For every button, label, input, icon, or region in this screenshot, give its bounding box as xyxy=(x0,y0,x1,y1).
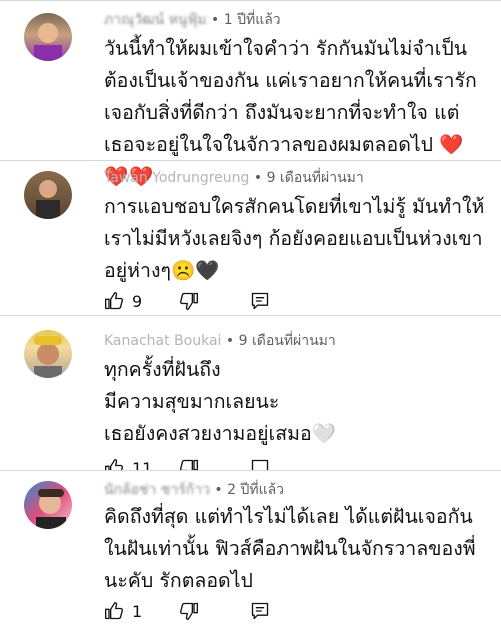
comment-meta: Tawan Yodrungreung • 9 เดือนที่ผ่านมา xyxy=(104,167,364,189)
sad-heart-emoji: ☹️🖤 xyxy=(170,259,220,282)
comment-author[interactable]: Tawan Yodrungreung xyxy=(104,170,249,186)
comment-item: Tawan Yodrungreung • 9 เดือนที่ผ่านมา กา… xyxy=(0,160,501,316)
comment-body: คิดถึงที่สุด แต่ทำไรไม่ได้เลย ได้แต่ฝันเ… xyxy=(104,505,476,592)
avatar[interactable] xyxy=(24,330,72,378)
like-count: 1 xyxy=(132,601,143,621)
comment-text: คิดถึงที่สุด แต่ทำไรไม่ได้เลย ได้แต่ฝันเ… xyxy=(104,501,489,597)
comment-author[interactable]: ภาณุวัฒน์ หนูฟุ้ม xyxy=(104,12,207,28)
comment-meta: นักล้อช่า ชาร์ก้าว • 2 ปีที่แล้ว xyxy=(104,479,284,501)
comment-body: ทุกครั้งที่ฝันถึง มีความสุขมากเลยนะ เธอย… xyxy=(104,358,312,445)
meta-separator: • xyxy=(214,482,223,498)
white-heart-emoji: 🤍 xyxy=(311,422,336,445)
dislike-button[interactable] xyxy=(179,291,199,311)
comment-time[interactable]: 2 ปีที่แล้ว xyxy=(227,482,284,498)
avatar[interactable] xyxy=(24,13,72,61)
comment-body: การแอบชอบใครสักคนโดยที่เขาไม่รู้ มันทำให… xyxy=(104,195,485,282)
comment-item: Kanachat Boukai • 9 เดือนที่ผ่านมา ทุกคร… xyxy=(0,315,501,471)
meta-separator: • xyxy=(211,12,220,28)
meta-separator: • xyxy=(225,333,235,349)
meta-separator: • xyxy=(253,170,263,186)
dislike-button[interactable] xyxy=(179,601,199,621)
reply-icon xyxy=(251,602,269,620)
comment-meta: Kanachat Boukai • 9 เดือนที่ผ่านมา xyxy=(104,330,336,352)
like-count: 9 xyxy=(132,291,143,311)
reply-icon xyxy=(251,292,269,310)
thumb-down-icon xyxy=(180,602,198,620)
like-button[interactable]: 1 xyxy=(104,601,142,621)
comment-time[interactable]: 9 เดือนที่ผ่านมา xyxy=(239,333,336,349)
comment-time[interactable]: 9 เดือนที่ผ่านมา xyxy=(267,170,364,186)
comment-time[interactable]: 1 ปีที่แล้ว xyxy=(224,12,281,28)
thumb-up-icon xyxy=(105,602,124,620)
thumb-up-icon xyxy=(105,292,124,310)
avatar[interactable] xyxy=(24,171,72,219)
comment-text: ทุกครั้งที่ฝันถึง มีความสุขมากเลยนะ เธอย… xyxy=(104,354,489,450)
avatar[interactable] xyxy=(24,481,72,529)
like-button[interactable]: 9 xyxy=(104,291,142,311)
thumb-down-icon xyxy=(180,292,198,310)
comment-item: นักล้อช่า ชาร์ก้าว • 2 ปีที่แล้ว คิดถึงท… xyxy=(0,470,501,627)
comment-author[interactable]: นักล้อช่า ชาร์ก้าว xyxy=(104,482,210,498)
comment-author[interactable]: Kanachat Boukai xyxy=(104,333,221,349)
comment-item: ภาณุวัฒน์ หนูฟุ้ม • 1 ปีที่แล้ว วันนี้ทำ… xyxy=(0,0,501,188)
comment-text: การแอบชอบใครสักคนโดยที่เขาไม่รู้ มันทำให… xyxy=(104,191,489,287)
comment-meta: ภาณุวัฒน์ หนูฟุ้ม • 1 ปีที่แล้ว xyxy=(104,9,281,31)
reply-button[interactable] xyxy=(250,601,270,621)
comment-body: วันนี้ทำให้ผมเข้าใจคำว่า รักกันมันไม่จำเ… xyxy=(104,37,477,156)
reply-button[interactable] xyxy=(250,291,270,311)
comment-actions: 1 xyxy=(104,601,494,631)
